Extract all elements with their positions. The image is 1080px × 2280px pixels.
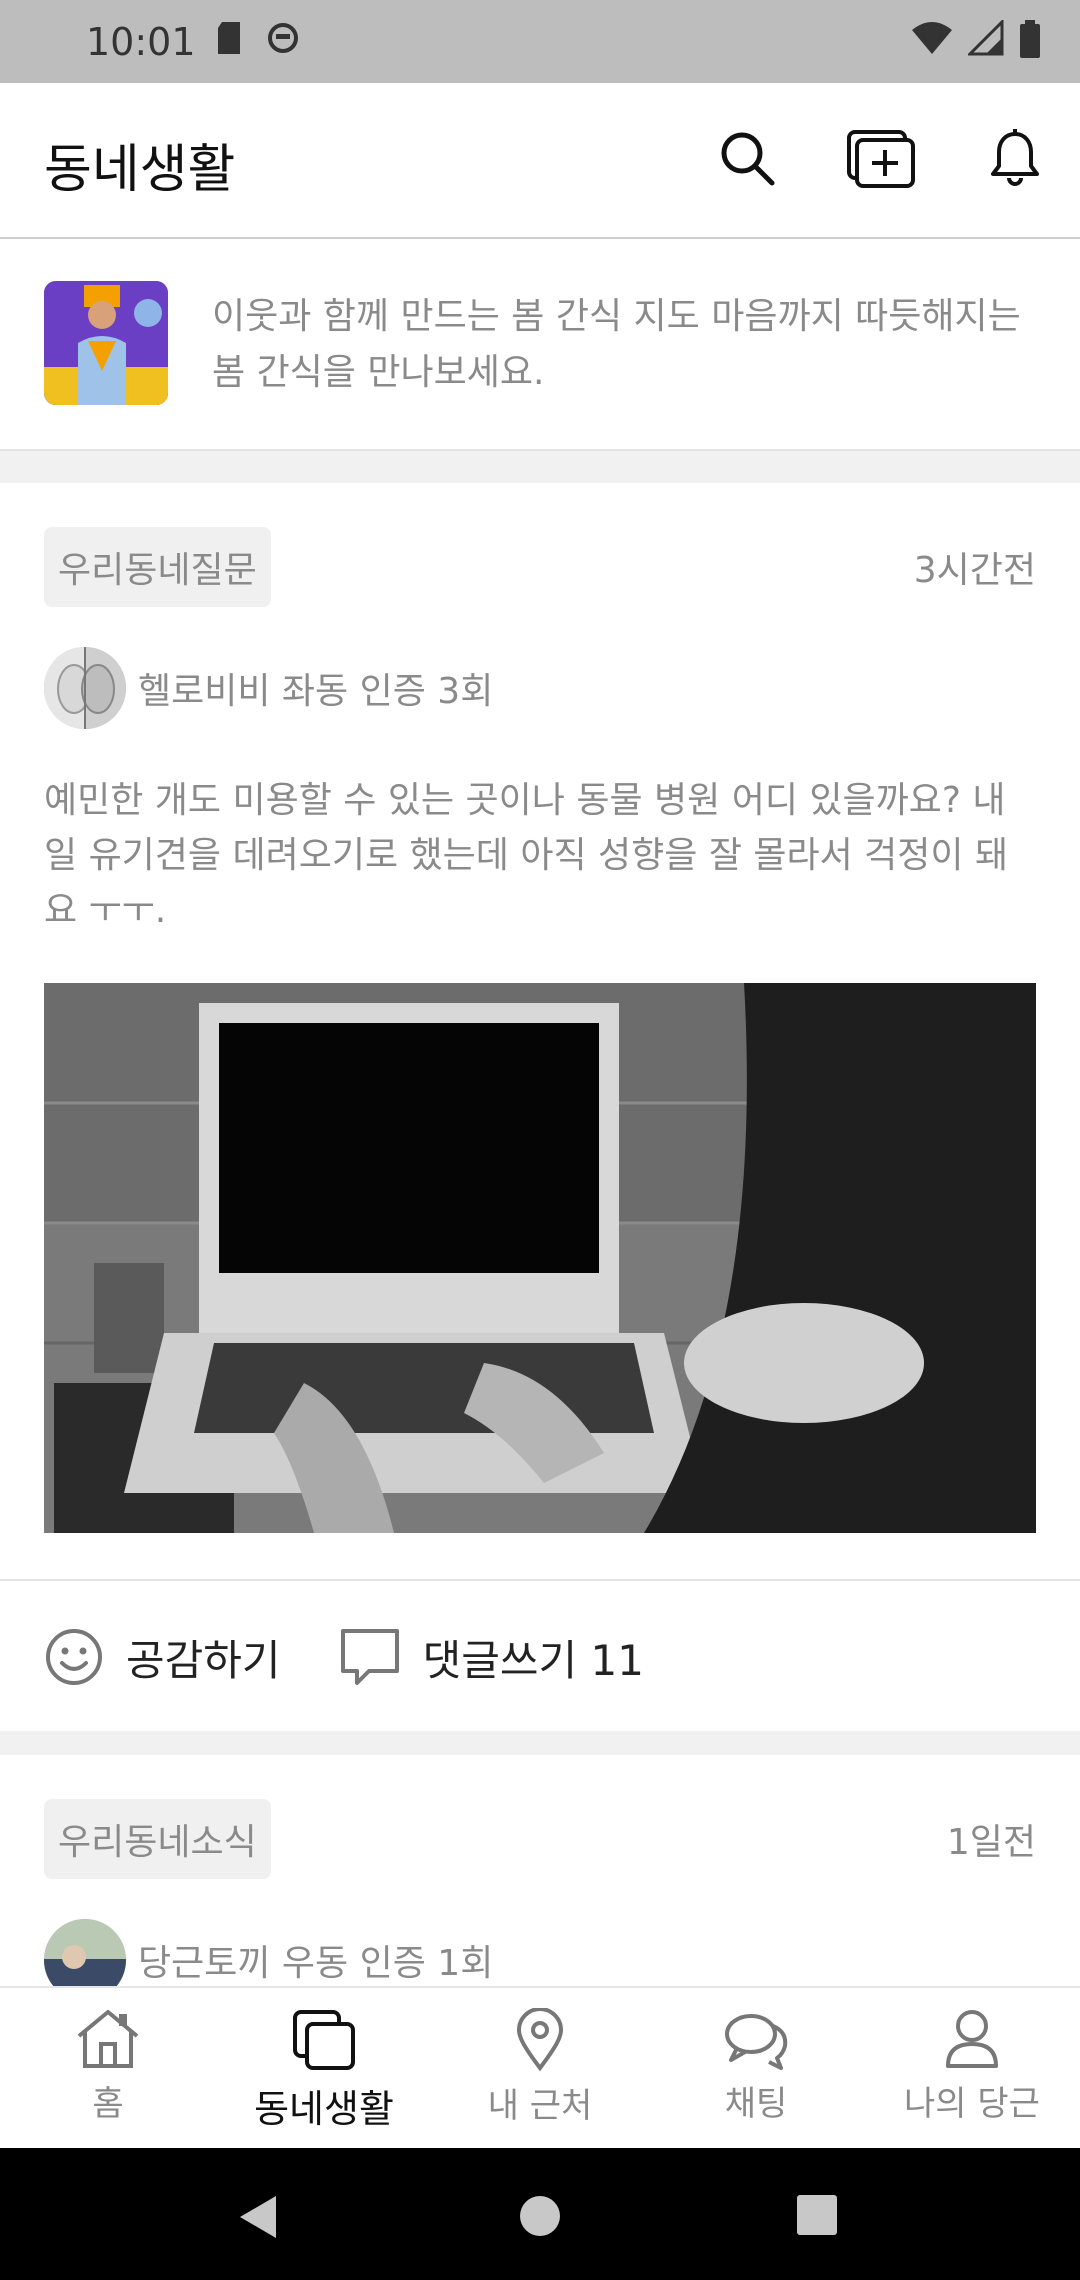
post-time: 1일전	[946, 1822, 1036, 1863]
system-nav-bar	[0, 2148, 1080, 2280]
nav-my-page[interactable]: 나의 당근	[864, 1988, 1080, 2150]
battery-icon	[1020, 20, 1040, 58]
add-post-button[interactable]	[846, 123, 916, 193]
post-actions: 공감하기 댓글쓰기 11	[0, 1579, 1080, 1733]
banner-thumbnail	[44, 281, 168, 405]
back-icon[interactable]	[236, 2194, 280, 2240]
cell-signal-icon	[968, 20, 1004, 56]
post-author[interactable]: 당근토끼 우동 인증 1회	[44, 1919, 493, 1986]
post-card[interactable]: 우리동네질문 3시간전 헬로비비 좌동 인증 3회 예민한 개도 미용할 수 있…	[0, 483, 1080, 1733]
nav-label: 홈	[92, 2084, 124, 2124]
post-image[interactable]	[44, 983, 1036, 1533]
post-body: 예민한 개도 미용할 수 있는 곳이나 동물 병원 어디 있을까요? 내일 유기…	[44, 780, 1009, 931]
category-chip: 우리동네소식	[44, 1799, 271, 1879]
comment-button[interactable]: 댓글쓰기 11	[339, 1627, 644, 1688]
nav-label: 나의 당근	[904, 2084, 1040, 2124]
recents-icon[interactable]	[796, 2194, 838, 2236]
nav-chat[interactable]: 채팅	[648, 1988, 864, 2150]
neighborhood-icon	[293, 2010, 355, 2070]
notifications-button[interactable]	[980, 123, 1050, 193]
author-name: 당근토끼 우동 인증 1회	[138, 1943, 494, 1984]
author-name: 헬로비비 좌동 인증 3회	[138, 671, 494, 712]
like-label: 공감하기	[126, 1635, 281, 1685]
smile-icon	[46, 1629, 102, 1685]
add-box-icon	[847, 130, 915, 188]
category-chip: 우리동네질문	[44, 527, 271, 607]
nav-label: 동네생활	[254, 2087, 394, 2131]
page-title: 동네생활	[44, 140, 236, 200]
location-pin-icon	[516, 2008, 564, 2072]
sd-card-icon	[218, 22, 240, 54]
nav-neighborhood[interactable]: 동네생활	[216, 1988, 432, 2150]
search-icon	[721, 132, 775, 186]
avatar	[44, 647, 126, 729]
chat-icon	[725, 2014, 788, 2070]
search-button[interactable]	[712, 123, 782, 193]
like-button[interactable]: 공감하기	[44, 1627, 281, 1688]
section-divider	[0, 1731, 1080, 1755]
post-author[interactable]: 헬로비비 좌동 인증 3회	[44, 647, 493, 729]
banner-text: 이웃과 함께 만드는 봄 간식 지도 마음까지 따듯해지는 봄 간식을 만나보세…	[212, 296, 1021, 393]
comment-icon	[340, 1629, 399, 1685]
post-card[interactable]: 우리동네소식 1일전 당근토끼 우동 인증 1회	[0, 1755, 1080, 1986]
app-bar: 동네생활	[0, 83, 1080, 239]
post-time: 3시간전	[913, 550, 1036, 591]
comment-label: 댓글쓰기 11	[422, 1635, 644, 1685]
nav-label: 내 근처	[487, 2086, 593, 2126]
status-bar: 10:01	[0, 0, 1080, 83]
wifi-icon	[912, 22, 952, 54]
assistant-icon	[268, 23, 298, 53]
nav-label: 채팅	[724, 2084, 788, 2124]
nav-nearby[interactable]: 내 근처	[432, 1988, 648, 2150]
status-time: 10:01	[86, 20, 196, 64]
home-circle-icon[interactable]	[518, 2194, 562, 2238]
person-icon	[946, 2010, 998, 2068]
home-icon	[77, 2010, 139, 2068]
promo-banner[interactable]: 이웃과 함께 만드는 봄 간식 지도 마음까지 따듯해지는 봄 간식을 만나보세…	[0, 239, 1080, 451]
avatar	[44, 1919, 126, 1986]
section-divider	[0, 451, 1080, 483]
bell-icon	[991, 129, 1039, 186]
nav-home[interactable]: 홈	[0, 1988, 216, 2150]
bottom-nav: 홈 동네생활 내 근처 채팅 나의 당근	[0, 1986, 1080, 2150]
